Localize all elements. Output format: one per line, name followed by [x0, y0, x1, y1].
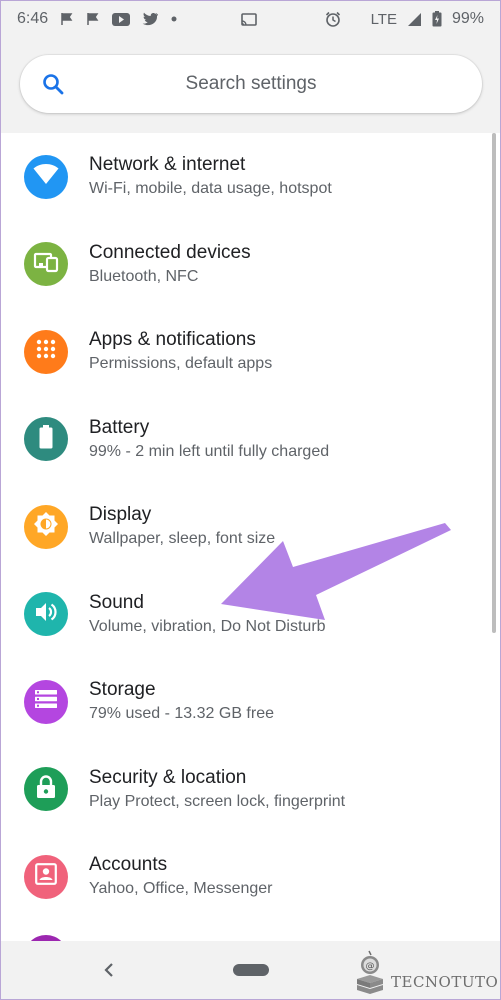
lock-icon: [36, 775, 56, 804]
accounts-avatar: [24, 854, 68, 899]
signal-icon: [407, 12, 422, 27]
settings-item-battery[interactable]: Battery 99% - 2 min left until fully cha…: [1, 396, 500, 484]
item-title: Display: [89, 504, 152, 526]
settings-list: Network & internet Wi-Fi, mobile, data u…: [1, 133, 500, 921]
home-pill-button[interactable]: [233, 964, 269, 976]
search-icon: [42, 73, 64, 100]
search-input[interactable]: [20, 55, 482, 113]
settings-item-display[interactable]: Display Wallpaper, sleep, font size: [1, 483, 500, 571]
item-title: Security & location: [89, 766, 247, 788]
item-title: Accounts: [89, 854, 168, 876]
connected-devices-avatar: [24, 242, 68, 287]
item-subtitle: 99% - 2 min left until fully charged: [89, 442, 330, 460]
screen: 6:46 LTE 99% Search settings Network & i…: [0, 0, 501, 1000]
brightness-icon: [33, 511, 59, 542]
settings-item-connected-devices[interactable]: Connected devices Bluetooth, NFC: [1, 221, 500, 309]
cast-icon: [240, 12, 257, 26]
item-subtitle: Bluetooth, NFC: [89, 267, 199, 285]
search-bar[interactable]: [20, 55, 482, 113]
flag-icon: [86, 12, 100, 26]
connected-devices-icon: [33, 251, 59, 278]
display-avatar: [24, 504, 68, 549]
item-subtitle: Permissions, default apps: [89, 355, 273, 373]
item-subtitle: Wi-Fi, mobile, data usage, hotspot: [89, 180, 332, 198]
item-title: Network & internet: [89, 154, 246, 176]
watermark-text: TECNOTUTO: [391, 972, 499, 991]
item-subtitle: 79% used - 13.32 GB free: [89, 705, 274, 723]
back-icon[interactable]: [101, 959, 117, 986]
item-subtitle: Yahoo, Office, Messenger: [89, 880, 273, 898]
status-time: 6:46: [17, 10, 49, 27]
youtube-icon: [112, 12, 131, 26]
item-title: Sound: [89, 591, 144, 613]
wifi-icon: [33, 163, 59, 190]
settings-item-network[interactable]: Network & internet Wi-Fi, mobile, data u…: [1, 133, 500, 221]
volume-icon: [34, 601, 58, 628]
sound-avatar: [24, 592, 68, 637]
settings-item-sound[interactable]: Sound Volume, vibration, Do Not Disturb: [1, 571, 500, 659]
settings-item-security[interactable]: Security & location Play Protect, screen…: [1, 746, 500, 834]
twitter-icon: [142, 12, 159, 26]
network-type: LTE: [370, 10, 397, 28]
battery-avatar: [24, 417, 68, 462]
battery-icon: [39, 424, 53, 454]
svg-text:@: @: [366, 962, 375, 972]
network-avatar: [24, 154, 68, 199]
status-bar: 6:46 LTE 99%: [1, 1, 500, 37]
settings-item-storage[interactable]: Storage 79% used - 13.32 GB free: [1, 658, 500, 746]
apps-grid-icon: [36, 339, 56, 364]
item-title: Battery: [89, 416, 150, 438]
alarm-icon: [325, 11, 341, 27]
battery-status-icon: [432, 11, 442, 27]
item-subtitle: Volume, vibration, Do Not Disturb: [89, 617, 326, 635]
item-subtitle: Play Protect, screen lock, fingerprint: [89, 792, 346, 810]
settings-item-accounts[interactable]: Accounts Yahoo, Office, Messenger: [1, 833, 500, 921]
battery-percent: 99%: [451, 10, 484, 27]
apps-avatar: [24, 329, 68, 374]
settings-item-apps[interactable]: Apps & notifications Permissions, defaul…: [1, 308, 500, 396]
account-icon: [35, 863, 57, 890]
storage-icon: [35, 690, 57, 713]
dot-icon: [171, 16, 177, 22]
item-title: Apps & notifications: [89, 329, 256, 351]
watermark: @ TECNOTUTO: [355, 949, 499, 999]
item-title: Connected devices: [89, 241, 251, 263]
flag-icon: [60, 12, 74, 26]
watermark-logo-icon: @: [355, 949, 385, 999]
item-title: Storage: [89, 679, 156, 701]
search-area: [1, 37, 500, 133]
scrollbar[interactable]: [492, 133, 496, 633]
storage-avatar: [24, 679, 68, 724]
item-subtitle: Wallpaper, sleep, font size: [89, 530, 276, 548]
security-avatar: [24, 767, 68, 812]
